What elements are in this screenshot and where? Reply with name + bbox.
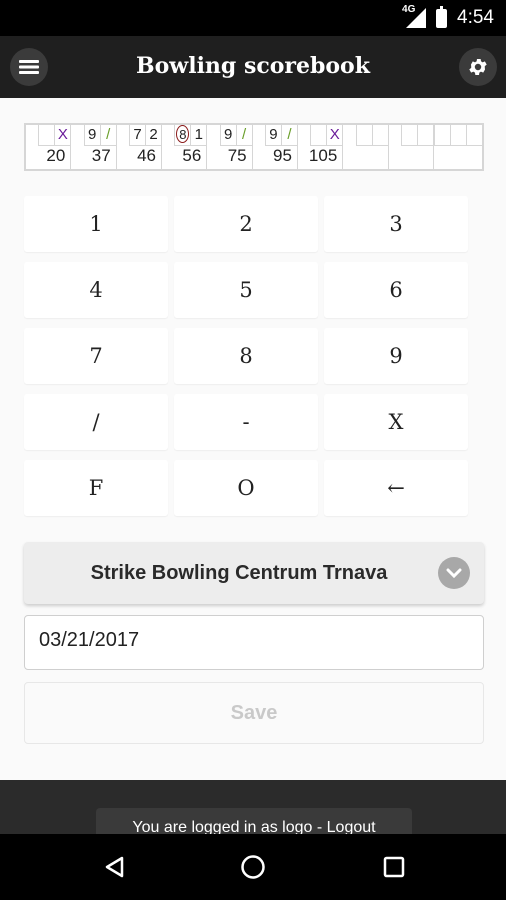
ball-box: 9: [83, 125, 100, 146]
pin-keypad: 1 2 3 4 5 6 7 8 9 /- X F O ←: [24, 196, 469, 516]
frame-total: 56: [182, 146, 202, 165]
score-frame: X 105: [298, 125, 344, 169]
score-frame: 7 2 46: [117, 125, 162, 169]
login-status-toast[interactable]: You are logged in as logo - Logout: [96, 808, 412, 834]
ball-box: 9: [219, 125, 236, 146]
keypad-key[interactable]: 7: [24, 328, 168, 384]
keypad-key[interactable]: O: [174, 460, 318, 516]
score-frame: 9/37: [71, 125, 117, 169]
score-frame: [343, 125, 389, 169]
frame-total: 46: [137, 146, 156, 165]
battery-icon: [436, 5, 448, 28]
alley-select[interactable]: Strike Bowling Centrum Trnava: [24, 542, 484, 604]
ball-box: /: [235, 125, 252, 146]
score-frame: 9/75: [207, 125, 253, 169]
recents-icon[interactable]: [374, 848, 414, 886]
status-bar: 4G 4:54: [0, 0, 506, 36]
ball-box: [371, 125, 388, 146]
keypad-key[interactable]: 3: [324, 196, 468, 252]
split-mark: 8: [176, 125, 190, 143]
frame-total: 95: [273, 146, 292, 165]
settings-button[interactable]: [459, 48, 497, 86]
ball-box: [400, 125, 417, 146]
keypad-key[interactable]: 4: [24, 262, 168, 318]
ball-box: [355, 125, 372, 146]
keypad-key[interactable]: 8: [174, 328, 318, 384]
ball-box: [433, 125, 450, 146]
keypad-key[interactable]: -: [174, 394, 318, 450]
ball-box: [449, 125, 466, 146]
scoresheet: X 20 9/37 7 2 46 8 1 56 9/75 9/95 X 105: [24, 123, 484, 171]
keypad-key[interactable]: /: [24, 394, 168, 450]
score-frame: [433, 125, 482, 169]
system-nav-bar: [0, 834, 506, 900]
alley-select-value: Strike Bowling Centrum Trnava: [90, 561, 388, 584]
keypad-key[interactable]: ←: [324, 460, 468, 516]
score-frame: [389, 125, 434, 169]
ball-box: 7: [128, 125, 145, 146]
signal-icon: 4G: [402, 4, 427, 28]
app-toolbar: Bowling scorebook: [0, 36, 506, 98]
status-time: 4:54: [457, 7, 494, 28]
save-button[interactable]: Save: [24, 682, 484, 744]
frame-total: 105: [308, 146, 338, 165]
frame-total: 20: [46, 146, 66, 165]
score-frame: 9/95: [253, 125, 298, 169]
back-icon[interactable]: [94, 848, 134, 886]
keypad-key[interactable]: F: [24, 460, 168, 516]
score-frame: X 20: [26, 125, 72, 169]
keypad-key[interactable]: 2: [174, 196, 318, 252]
frame-total: 37: [91, 146, 111, 165]
ball-box: [465, 125, 482, 146]
frame-total: 75: [227, 146, 247, 165]
home-icon[interactable]: [233, 848, 273, 886]
ball-box: 2: [144, 125, 161, 146]
keypad-key[interactable]: 9: [324, 328, 468, 384]
ball-box: 8: [174, 125, 191, 146]
ball-box: /: [99, 125, 116, 146]
ball-box: 9: [264, 125, 281, 146]
chevron-down-icon: [438, 557, 470, 589]
date-field[interactable]: 03/21/2017: [24, 615, 484, 670]
score-frame: 8 1 56: [162, 125, 208, 169]
keypad-key[interactable]: X: [324, 394, 468, 450]
ball-box: [416, 125, 433, 146]
ball-box: /: [280, 125, 297, 146]
ball-box: X: [54, 125, 71, 146]
ball-box: 1: [190, 125, 207, 146]
page-title: Bowling scorebook: [136, 53, 370, 79]
keypad-key[interactable]: 6: [324, 262, 468, 318]
ball-box: [38, 125, 55, 146]
keypad-key[interactable]: 1: [24, 196, 168, 252]
keypad-key[interactable]: 5: [174, 262, 318, 318]
ball-box: X: [326, 125, 343, 146]
ball-box: [310, 125, 327, 146]
gear-icon: [469, 59, 487, 75]
